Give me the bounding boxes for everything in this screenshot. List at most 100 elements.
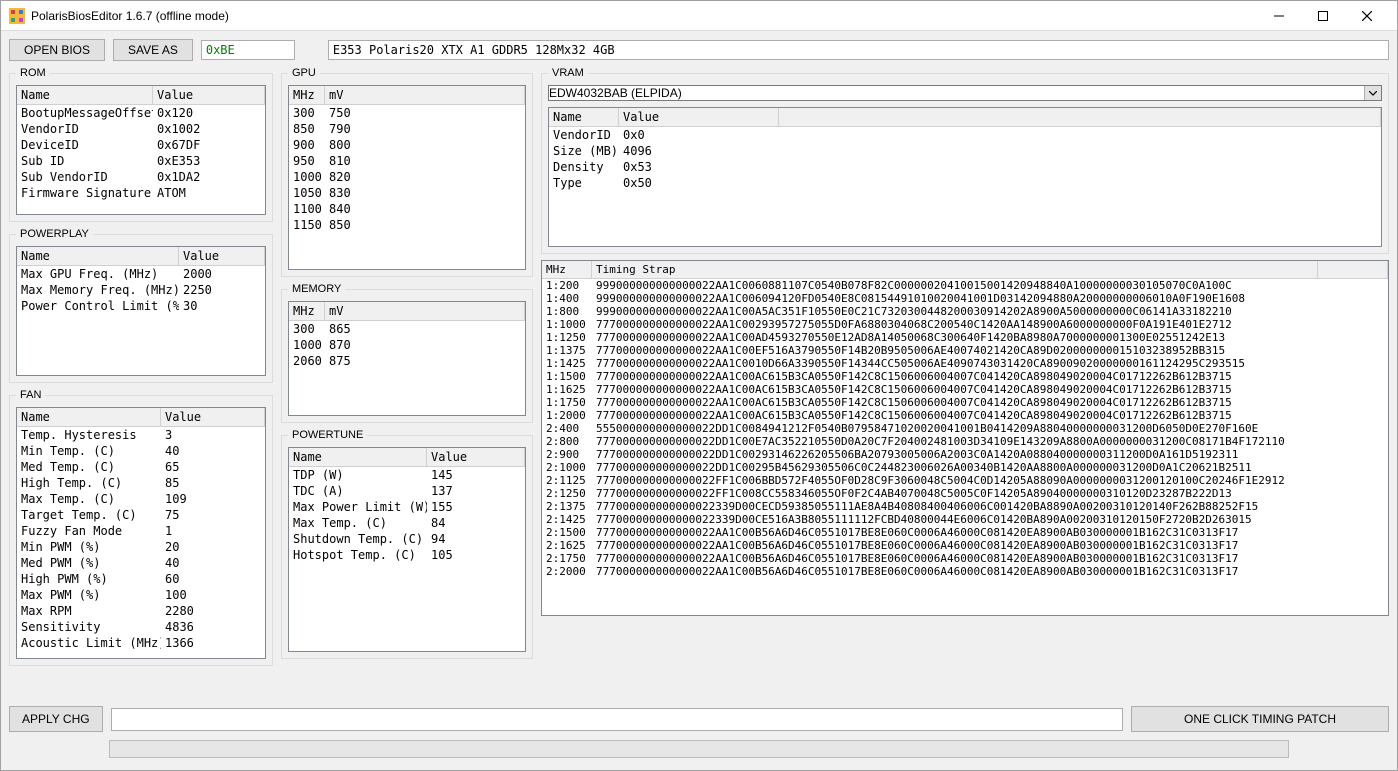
memory-table[interactable]: MHz mV 30086510008702060875 <box>288 301 526 416</box>
table-row[interactable]: 2:1625777000000000000022AA1C00B56A6D46C0… <box>542 539 1388 552</box>
table-row[interactable]: Density0x53 <box>549 159 1381 175</box>
powertune-table[interactable]: Name Value TDP (W)145TDC (A)137Max Power… <box>288 447 526 652</box>
table-row[interactable]: 1:1750777000000000000022AA1C00AC615B3CA0… <box>542 396 1388 409</box>
table-row[interactable]: 2:1125777000000000000022FF1C006BBD572F40… <box>542 474 1388 487</box>
table-row[interactable]: 1:200999000000000000022AA1C0060881107C05… <box>542 279 1388 292</box>
table-row[interactable]: 2:1250777000000000000022FF1C008CC5583460… <box>542 487 1388 500</box>
table-row[interactable]: 1:400999000000000000022AA1C006094120FD05… <box>542 292 1388 305</box>
table-row[interactable]: Med PWM (%)40 <box>17 555 265 571</box>
table-row[interactable]: Acoustic Limit (MHz)1366 <box>17 635 265 651</box>
table-row[interactable]: 2:1000777000000000000022DD1C00295B456293… <box>542 461 1388 474</box>
cell-mv: 865 <box>325 321 525 337</box>
table-row[interactable]: Min Temp. (C)40 <box>17 443 265 459</box>
cell-mhz: 1:400 <box>542 292 592 305</box>
table-row[interactable]: 2:1750777000000000000022AA1C00B56A6D46C0… <box>542 552 1388 565</box>
table-row[interactable]: Max PWM (%)100 <box>17 587 265 603</box>
close-button[interactable] <box>1345 2 1389 30</box>
table-row[interactable]: High PWM (%)60 <box>17 571 265 587</box>
table-row[interactable]: Target Temp. (C)75 <box>17 507 265 523</box>
table-row[interactable]: 1100840 <box>289 201 525 217</box>
table-row[interactable]: 900800 <box>289 137 525 153</box>
cell-mhz: 2:900 <box>542 448 592 461</box>
table-row[interactable]: Sensitivity4836 <box>17 619 265 635</box>
vram-select[interactable]: EDW4032BAB (ELPIDA) <box>548 85 1382 101</box>
fan-table[interactable]: Name Value Temp. Hysteresis3Min Temp. (C… <box>16 407 266 659</box>
table-row[interactable]: VendorID0x1002 <box>17 121 265 137</box>
titlebar: PolarisBiosEditor 1.6.7 (offline mode) <box>1 1 1397 31</box>
cell-mv: 840 <box>325 201 525 217</box>
table-row[interactable]: TDP (W)145 <box>289 467 525 483</box>
fan-legend: FAN <box>16 389 45 401</box>
table-row[interactable]: Sub ID0xE353 <box>17 153 265 169</box>
table-row[interactable]: Max Memory Freq. (MHz)2250 <box>17 282 265 298</box>
table-row[interactable]: Temp. Hysteresis3 <box>17 427 265 443</box>
table-row[interactable]: 2:800777000000000000022DD1C00E7AC3522105… <box>542 435 1388 448</box>
cell-mhz: 1000 <box>289 337 325 353</box>
table-row[interactable]: 850790 <box>289 121 525 137</box>
maximize-button[interactable] <box>1301 2 1345 30</box>
chevron-down-icon[interactable] <box>1364 86 1381 100</box>
open-bios-button[interactable]: OPEN BIOS <box>9 39 105 61</box>
table-row[interactable]: 1:1425777000000000000022AA1C0010D66A3390… <box>542 357 1388 370</box>
table-row[interactable]: 1:800999000000000000022AA1C00A5AC351F105… <box>542 305 1388 318</box>
table-row[interactable]: 1:1000777000000000000022AA1C002939572750… <box>542 318 1388 331</box>
table-row[interactable]: Min PWM (%)20 <box>17 539 265 555</box>
table-row[interactable]: 1000820 <box>289 169 525 185</box>
table-row[interactable]: Firmware SignatureATOM <box>17 185 265 201</box>
cell-value: 1366 <box>161 635 265 651</box>
gpu-table[interactable]: MHz mV 300750850790900800950810100082010… <box>288 85 526 270</box>
table-row[interactable]: Fuzzy Fan Mode1 <box>17 523 265 539</box>
table-row[interactable]: 1:1250777000000000000022AA1C00AD45932705… <box>542 331 1388 344</box>
table-row[interactable]: Max RPM2280 <box>17 603 265 619</box>
rom-table[interactable]: Name Value BootupMessageOffset0x120Vendo… <box>16 85 266 215</box>
table-row[interactable]: 300750 <box>289 105 525 121</box>
table-row[interactable]: 1:2000777000000000000022AA1C00AC615B3CA0… <box>542 409 1388 422</box>
hex-input[interactable] <box>201 40 295 60</box>
table-row[interactable]: Med Temp. (C)65 <box>17 459 265 475</box>
cell-mv: 790 <box>325 121 525 137</box>
table-row[interactable]: High Temp. (C)85 <box>17 475 265 491</box>
table-row[interactable]: 2:900777000000000000022DD1C0029314622620… <box>542 448 1388 461</box>
table-row[interactable]: 1:1375777000000000000022AA1C00EF516A3790… <box>542 344 1388 357</box>
table-row[interactable]: 1050830 <box>289 185 525 201</box>
table-row[interactable]: 950810 <box>289 153 525 169</box>
table-row[interactable]: 2:1375777000000000000022339D00CECD593850… <box>542 500 1388 513</box>
table-row[interactable]: Type0x50 <box>549 175 1381 191</box>
powerplay-table[interactable]: Name Value Max GPU Freq. (MHz)2000Max Me… <box>16 246 266 376</box>
table-row[interactable]: 2:1425777000000000000022339D00CE516A3B80… <box>542 513 1388 526</box>
table-row[interactable]: Hotspot Temp. (C)105 <box>289 547 525 563</box>
table-row[interactable]: Max GPU Freq. (MHz)2000 <box>17 266 265 282</box>
apply-chg-button[interactable]: APPLY CHG <box>9 706 103 732</box>
cell-name: VendorID <box>549 127 619 143</box>
table-row[interactable]: Shutdown Temp. (C)94 <box>289 531 525 547</box>
table-row[interactable]: TDC (A)137 <box>289 483 525 499</box>
save-as-button[interactable]: SAVE AS <box>113 39 193 61</box>
table-row[interactable]: 1:1500777000000000000022AA1C00AC615B3CA0… <box>542 370 1388 383</box>
table-row[interactable]: Max Power Limit (W)155 <box>289 499 525 515</box>
table-row[interactable]: 2:400555000000000000022DD1C0084941212F05… <box>542 422 1388 435</box>
cell-name: Hotspot Temp. (C) <box>289 547 427 563</box>
table-row[interactable]: Power Control Limit (%)30 <box>17 298 265 314</box>
table-row[interactable]: BootupMessageOffset0x120 <box>17 105 265 121</box>
table-row[interactable]: Max Temp. (C)84 <box>289 515 525 531</box>
table-row[interactable]: DeviceID0x67DF <box>17 137 265 153</box>
table-row[interactable]: 2:1500777000000000000022AA1C00B56A6D46C0… <box>542 526 1388 539</box>
table-row[interactable]: 2060875 <box>289 353 525 369</box>
status-input[interactable] <box>111 708 1123 731</box>
cell-strap: 777000000000000022AA1C00EF516A3790550F14… <box>592 344 1388 357</box>
table-row[interactable]: 1:1625777000000000000022AA1C00AC615B3CA0… <box>542 383 1388 396</box>
table-row[interactable]: Size (MB)4096 <box>549 143 1381 159</box>
table-row[interactable]: VendorID0x0 <box>549 127 1381 143</box>
table-row[interactable]: 2:2000777000000000000022AA1C00B56A6D46C0… <box>542 565 1388 578</box>
table-row[interactable]: 1000870 <box>289 337 525 353</box>
table-row[interactable]: Max Temp. (C)109 <box>17 491 265 507</box>
cell-mhz: 2060 <box>289 353 325 369</box>
table-row[interactable]: 300865 <box>289 321 525 337</box>
timing-table[interactable]: MHz Timing Strap 1:200999000000000000022… <box>541 260 1389 616</box>
cell-name: VendorID <box>17 121 153 137</box>
vram-table[interactable]: Name Value VendorID0x0Size (MB)4096Densi… <box>548 107 1382 247</box>
minimize-button[interactable] <box>1257 2 1301 30</box>
table-row[interactable]: Sub VendorID0x1DA2 <box>17 169 265 185</box>
one-click-timing-patch-button[interactable]: ONE CLICK TIMING PATCH <box>1131 706 1389 732</box>
table-row[interactable]: 1150850 <box>289 217 525 233</box>
